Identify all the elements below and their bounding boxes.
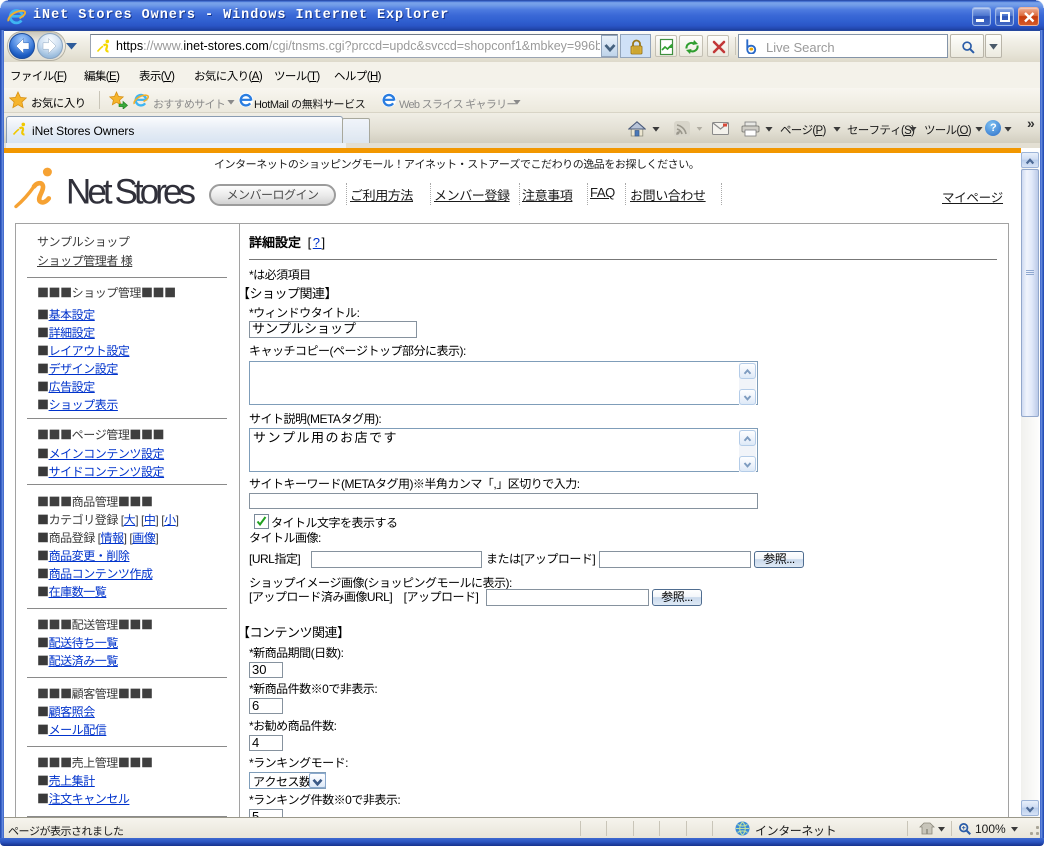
svg-text:Net Stores: Net Stores	[66, 173, 196, 212]
